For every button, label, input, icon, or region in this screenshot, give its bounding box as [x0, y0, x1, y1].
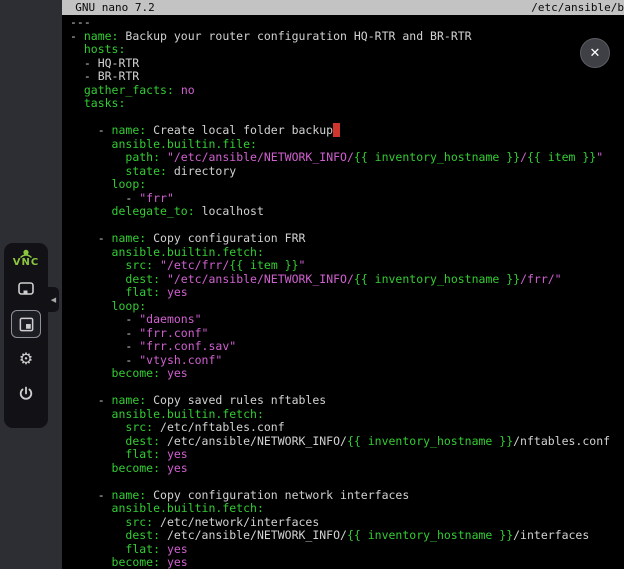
- terminal-line: state: directory: [70, 165, 624, 179]
- terminal-line: ansible.builtin.file:: [70, 138, 624, 152]
- terminal-line: - "daemons": [70, 313, 624, 327]
- terminal-line: src: /etc/nftables.conf: [70, 421, 624, 435]
- terminal-screen[interactable]: ---- name: Backup your router configurat…: [62, 15, 624, 569]
- terminal-line: - name: Copy configuration network inter…: [70, 489, 624, 503]
- terminal-line: dest: "/etc/ansible/NETWORK_INFO/{{ inve…: [70, 273, 624, 287]
- terminal-line: - name: Backup your router configuration…: [70, 30, 624, 44]
- terminal-line: [70, 475, 624, 489]
- terminal-line: loop:: [70, 178, 624, 192]
- terminal-line: path: "/etc/ansible/NETWORK_INFO/{{ inve…: [70, 151, 624, 165]
- terminal-line: - name: Create local folder backup: [70, 124, 624, 138]
- power-icon: [18, 386, 34, 402]
- viewport-drag-icon: [17, 280, 35, 298]
- terminal-line: [70, 219, 624, 233]
- close-button[interactable]: ✕: [580, 38, 610, 68]
- nano-app-title: GNU nano 7.2: [62, 0, 155, 15]
- settings-button[interactable]: ⚙: [11, 345, 41, 373]
- terminal-line: - HQ-RTR: [70, 57, 624, 71]
- vnc-logo: VNC: [13, 248, 39, 268]
- gear-icon: ⚙: [19, 351, 33, 367]
- terminal-line: dest: /etc/ansible/NETWORK_INFO/{{ inven…: [70, 435, 624, 449]
- collapse-arrow-icon: ◀: [51, 296, 56, 304]
- terminal-line: flat: yes: [70, 448, 624, 462]
- text-cursor: [333, 123, 340, 137]
- terminal-line: become: yes: [70, 556, 624, 569]
- vnc-logo-text: VNC: [13, 258, 39, 268]
- terminal-line: - BR-RTR: [70, 70, 624, 84]
- terminal-line: ---: [70, 16, 624, 30]
- terminal-line: - "frr.conf.sav": [70, 340, 624, 354]
- power-button[interactable]: [11, 380, 41, 408]
- terminal-line: flat: yes: [70, 543, 624, 557]
- terminal-line: become: yes: [70, 462, 624, 476]
- terminal-line: - name: Copy configuration FRR: [70, 232, 624, 246]
- control-bar-handle[interactable]: ◀: [48, 287, 59, 312]
- terminal-line: dest: /etc/ansible/NETWORK_INFO/{{ inven…: [70, 529, 624, 543]
- terminal-line: ansible.builtin.fetch:: [70, 246, 624, 260]
- terminal-line: src: "/etc/frr/{{ item }}": [70, 259, 624, 273]
- terminal-line: delegate_to: localhost: [70, 205, 624, 219]
- terminal-line: become: yes: [70, 367, 624, 381]
- terminal-line: gather_facts: no: [70, 84, 624, 98]
- terminal-line: [70, 111, 624, 125]
- terminal-line: - name: Copy saved rules nftables: [70, 394, 624, 408]
- terminal-window: GNU nano 7.2 /etc/ansible/b ---- name: B…: [62, 0, 624, 569]
- terminal-line: loop:: [70, 300, 624, 314]
- fullscreen-button[interactable]: [11, 310, 41, 338]
- viewport-drag-button[interactable]: [11, 275, 41, 303]
- terminal-line: tasks:: [70, 97, 624, 111]
- terminal-line: ansible.builtin.fetch:: [70, 408, 624, 422]
- terminal-line: [70, 381, 624, 395]
- terminal-line: ansible.builtin.fetch:: [70, 502, 624, 516]
- vnc-control-bar: VNC ⚙: [4, 243, 48, 428]
- terminal-line: - "frr": [70, 192, 624, 206]
- terminal-line: flat: yes: [70, 286, 624, 300]
- terminal-line: - "vtysh.conf": [70, 354, 624, 368]
- terminal-line: - "frr.conf": [70, 327, 624, 341]
- terminal-line: hosts:: [70, 43, 624, 57]
- terminal-line: src: /etc/network/interfaces: [70, 516, 624, 530]
- close-icon: ✕: [590, 46, 601, 61]
- nano-file-path: /etc/ansible/b: [531, 0, 624, 15]
- fullscreen-icon: [18, 316, 35, 333]
- nano-titlebar: GNU nano 7.2 /etc/ansible/b: [62, 0, 624, 15]
